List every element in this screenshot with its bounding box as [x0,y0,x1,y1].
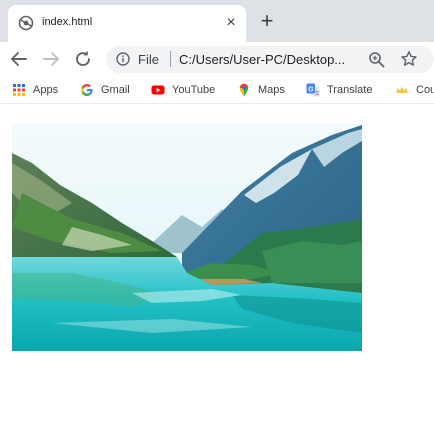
bookmark-cou[interactable]: Cou [395,82,434,98]
info-icon[interactable] [116,52,130,66]
translate-icon: G 文 [306,83,320,97]
maps-pin-icon [239,83,249,97]
google-icon [81,84,93,96]
bookmark-youtube[interactable]: YouTube [151,82,215,98]
address-bar[interactable]: File C:/Users/User-PC/Desktop... [106,46,434,73]
bookmark-label: Gmail [101,84,130,96]
bookmark-translate[interactable]: G 文 Translate [306,82,372,98]
bookmark-maps[interactable]: Maps [237,82,285,98]
svg-text:G: G [308,86,314,93]
apps-grid-icon [13,84,25,96]
bookmark-apps[interactable]: Apps [12,82,58,98]
back-arrow-icon[interactable] [8,48,30,70]
bookmark-gmail[interactable]: Gmail [80,82,130,98]
tab-strip: index.html × + [0,0,434,42]
bookmarks-bar: Apps Gmail YouTube Maps G 文 Translate Co [0,76,434,104]
globe-icon [18,15,34,31]
new-tab-button[interactable]: + [256,10,278,33]
forward-arrow-icon[interactable] [40,48,62,70]
scheme-label: File [138,52,159,67]
tab-close-button[interactable]: × [222,14,240,32]
bookmark-label: Cou [416,84,434,96]
tab-index-html[interactable]: index.html × [8,5,246,42]
bookmark-label: Maps [258,84,285,96]
page-content [0,105,434,447]
bookmark-label: Apps [33,84,59,96]
landscape-photo [12,123,362,351]
toolbar: File C:/Users/User-PC/Desktop... [0,42,434,76]
star-icon[interactable] [400,50,418,68]
tab-title: index.html [42,16,93,28]
zoom-icon[interactable] [368,51,385,68]
svg-text:文: 文 [314,90,319,97]
crown-icon [396,86,408,93]
youtube-icon [151,85,165,95]
url-text[interactable]: C:/Users/User-PC/Desktop... [179,52,345,67]
bookmark-label: YouTube [172,84,216,96]
reload-icon[interactable] [72,48,94,70]
bookmark-label: Translate [327,84,373,96]
scheme-divider [170,51,171,67]
